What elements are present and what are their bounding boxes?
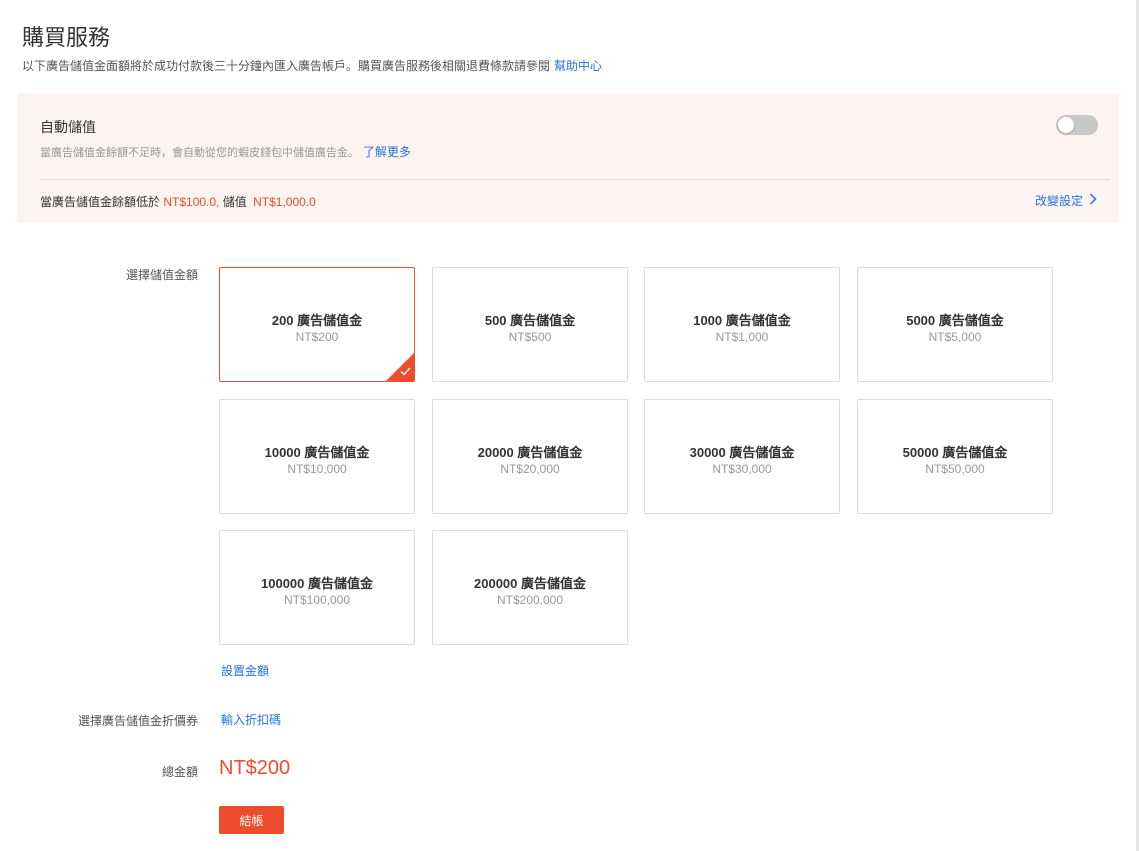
amount-option-card[interactable]: 5000 廣告儲值金 NT$5,000 <box>857 267 1053 382</box>
amount-option-price: NT$5,000 <box>928 330 982 344</box>
rule-amount: NT$1,000.0 <box>253 195 316 209</box>
amount-option-name: 100000 廣告儲值金 <box>261 576 373 591</box>
page-subtitle: 以下廣告儲值金面額將於成功付款後三十分鐘內匯入廣告帳戶。購買廣告服務後相關退費條… <box>22 57 602 74</box>
change-settings-label: 改變設定 <box>1034 194 1083 208</box>
amount-option-card[interactable]: 30000 廣告儲值金 NT$30,000 <box>644 399 840 514</box>
amount-option-name: 200000 廣告儲值金 <box>474 576 586 591</box>
auto-topup-panel: 自動儲值 當廣告儲值金餘額不足時，會自動從您的蝦皮錢包中儲值廣告金。 了解更多 當… <box>18 93 1119 223</box>
amount-option-card[interactable]: 500 廣告儲值金 NT$500 <box>432 267 628 382</box>
total-label: 總金額 <box>161 765 198 779</box>
amount-option-price: NT$200,000 <box>496 593 564 607</box>
amount-option-card[interactable]: 50000 廣告儲值金 NT$50,000 <box>857 399 1053 514</box>
amount-option-price: NT$200 <box>295 330 339 344</box>
amount-option-name: 5000 廣告儲值金 <box>906 313 1004 328</box>
toggle-knob <box>1058 117 1074 133</box>
amount-option-price: NT$30,000 <box>712 462 772 476</box>
amount-option-card[interactable]: 1000 廣告儲值金 NT$1,000 <box>644 267 840 382</box>
coupon-label: 選擇廣告儲值金折價券 <box>77 714 198 728</box>
amount-option-name: 20000 廣告儲值金 <box>477 445 583 460</box>
amount-option-card[interactable]: 100000 廣告儲值金 NT$100,000 <box>219 530 415 645</box>
amount-option-price: NT$500 <box>508 330 552 344</box>
rule-prefix: 當廣告儲值金餘額低於 <box>40 195 161 209</box>
amount-option-name: 1000 廣告儲值金 <box>693 313 791 328</box>
auto-topup-desc-text: 當廣告儲值金餘額不足時，會自動從您的蝦皮錢包中儲值廣告金。 <box>40 147 359 159</box>
auto-topup-description: 當廣告儲值金餘額不足時，會自動從您的蝦皮錢包中儲值廣告金。 了解更多 <box>40 143 411 160</box>
change-settings-link[interactable]: 改變設定 <box>1035 192 1097 209</box>
total-amount: NT$200 <box>219 757 291 779</box>
amount-option-name: 200 廣告儲值金 <box>271 313 363 328</box>
set-amount-link[interactable]: 設置金額 <box>221 662 269 679</box>
auto-topup-divider <box>40 179 1110 180</box>
amount-option-card[interactable]: 200000 廣告儲值金 NT$200,000 <box>432 530 628 645</box>
amount-option-price: NT$10,000 <box>287 462 347 476</box>
auto-topup-title: 自動儲值 <box>40 119 96 135</box>
checkout-button[interactable]: 結帳 <box>219 806 284 834</box>
chevron-right-icon <box>1089 193 1097 206</box>
amount-option-price: NT$20,000 <box>500 462 560 476</box>
amount-option-card[interactable]: 10000 廣告儲值金 NT$10,000 <box>219 399 415 514</box>
amount-option-price: NT$50,000 <box>925 462 985 476</box>
amount-option-price: NT$100,000 <box>283 593 351 607</box>
amount-option-card[interactable]: 20000 廣告儲值金 NT$20,000 <box>432 399 628 514</box>
amount-option-card[interactable]: 200 廣告儲值金 NT$200 <box>219 267 415 382</box>
subtitle-text: 以下廣告儲值金面額將於成功付款後三十分鐘內匯入廣告帳戶。購買廣告服務後相關退費條… <box>22 59 551 73</box>
amount-option-price: NT$1,000 <box>715 330 769 344</box>
amount-option-name: 50000 廣告儲值金 <box>902 445 1008 460</box>
check-icon <box>400 367 411 379</box>
amount-option-name: 500 廣告儲值金 <box>484 313 576 328</box>
help-center-link[interactable]: 幫助中心 <box>554 59 602 73</box>
amount-option-name: 30000 廣告儲值金 <box>689 445 795 460</box>
rule-mid: 儲值 <box>222 195 247 209</box>
enter-coupon-link[interactable]: 輸入折扣碼 <box>221 711 281 728</box>
rule-threshold: NT$100.0, <box>163 195 220 209</box>
auto-topup-rule: 當廣告儲值金餘額低於 NT$100.0, 儲值 NT$1,000.0 <box>40 193 316 210</box>
amount-label: 選擇儲值金額 <box>125 268 198 282</box>
page-title: 購買服務 <box>22 25 111 50</box>
amount-option-name: 10000 廣告儲值金 <box>264 445 370 460</box>
auto-topup-toggle[interactable] <box>1056 115 1098 135</box>
learn-more-link[interactable]: 了解更多 <box>363 145 411 159</box>
